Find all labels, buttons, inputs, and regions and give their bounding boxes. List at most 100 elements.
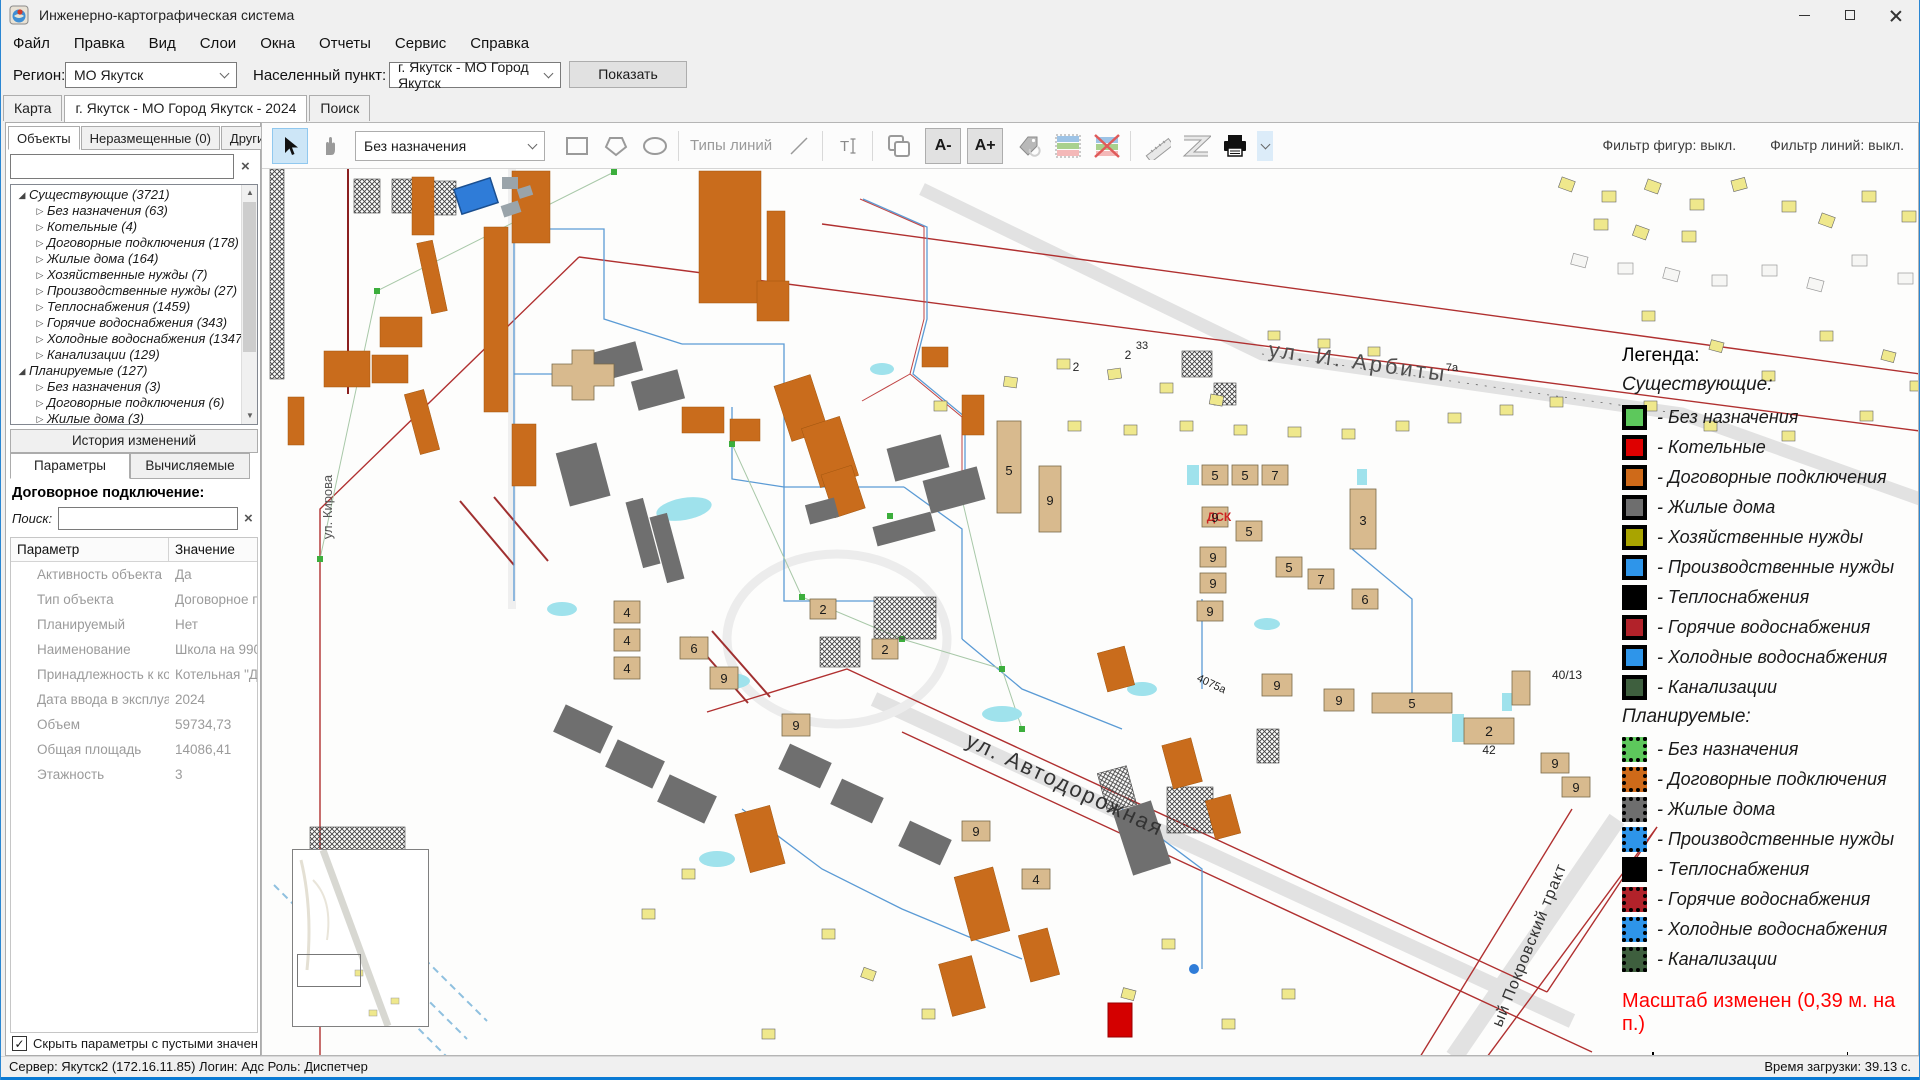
tree-expander-icon[interactable]: ▷ xyxy=(33,267,47,283)
tree-scrollbar[interactable]: ▲ ▼ xyxy=(241,185,257,424)
map-canvas[interactable]: ул. И. Арбитыул. Автодорожнаяый Покровск… xyxy=(262,169,1919,1056)
tab-search[interactable]: Поиск xyxy=(309,95,370,121)
menu-item[interactable]: Правка xyxy=(62,35,137,52)
scroll-down-icon[interactable]: ▼ xyxy=(242,408,258,424)
tree-expander-icon[interactable]: ▷ xyxy=(33,299,47,315)
tree-item[interactable]: ▷ Договорные подключения (178) xyxy=(11,235,239,251)
param-value: Да xyxy=(169,562,257,587)
menu-item[interactable]: Файл xyxy=(1,35,62,52)
scroll-thumb[interactable] xyxy=(243,202,256,352)
hide-empty-params-checkbox[interactable]: ✓ Скрыть параметры с пустыми значениями xyxy=(12,1036,258,1051)
table-row[interactable]: Дата ввода в эксплуат 2024 xyxy=(11,687,257,712)
tree-expander-icon[interactable]: ▷ xyxy=(33,235,47,251)
tree-item[interactable]: ▷ Теплоснабжения (1459) xyxy=(11,299,239,315)
draw-line-button[interactable] xyxy=(781,128,817,164)
tree-expander-icon[interactable]: ▷ xyxy=(33,315,47,331)
menu-item[interactable]: Справка xyxy=(458,35,541,52)
param-search-input[interactable] xyxy=(58,507,238,530)
font-increase-button[interactable]: A+ xyxy=(967,128,1003,164)
legend-label: - Жилые дома xyxy=(1657,799,1775,820)
tree-item[interactable]: ▷ Жилые дома (164) xyxy=(11,251,239,267)
table-row[interactable]: Активность объекта Да xyxy=(11,562,257,587)
tab-parameters[interactable]: Параметры xyxy=(10,453,130,479)
tree-expander-icon[interactable]: ▷ xyxy=(33,411,47,425)
minimize-button[interactable] xyxy=(1781,0,1827,30)
tree-item[interactable]: ▷ Котельные (4) xyxy=(11,219,239,235)
table-row[interactable]: Общая площадь 14086,41 xyxy=(11,737,257,762)
minimap[interactable] xyxy=(292,849,429,1027)
tree-expander-icon[interactable]: ▷ xyxy=(33,219,47,235)
region-select[interactable]: МО Якутск xyxy=(65,62,237,88)
tree-item[interactable]: ◢ Существующие (3721) xyxy=(11,187,239,203)
tree-item[interactable]: ◢ Планируемые (127) xyxy=(11,363,239,379)
legend-item: - Без назначения xyxy=(1622,402,1918,432)
measure-path-button[interactable] xyxy=(1178,128,1214,164)
tab-unplaced[interactable]: Неразмещенные (0) xyxy=(81,126,220,150)
tree-expander-icon[interactable]: ▷ xyxy=(33,379,47,395)
menu-item[interactable]: Окна xyxy=(248,35,307,52)
tree-expander-icon[interactable]: ▷ xyxy=(33,203,47,219)
menu-item[interactable]: Сервис xyxy=(383,35,458,52)
tree-item[interactable]: ▷ Жилые дома (3) xyxy=(11,411,239,425)
table-row[interactable]: Планируемый Нет xyxy=(11,612,257,637)
tree-item[interactable]: ▷ Без назначения (63) xyxy=(11,203,239,219)
minimap-viewport[interactable] xyxy=(297,954,361,987)
tree-expander-icon[interactable]: ▷ xyxy=(33,347,47,363)
tree-expander-icon[interactable]: ▷ xyxy=(33,395,47,411)
tree-expander-icon[interactable]: ▷ xyxy=(33,251,47,267)
toolbar-overflow-button[interactable] xyxy=(1257,131,1273,161)
table-row[interactable]: Принадлежность к ко Котельная "ДСК xyxy=(11,662,257,687)
measure-button[interactable] xyxy=(1139,128,1175,164)
tab-map[interactable]: Карта xyxy=(3,95,62,121)
objects-search-input[interactable] xyxy=(10,154,234,179)
layers-button[interactable] xyxy=(1050,128,1086,164)
tree-expander-icon[interactable]: ▷ xyxy=(33,283,47,299)
copy-shapes-button[interactable] xyxy=(881,128,917,164)
map-label: 4 xyxy=(623,661,630,676)
draw-rectangle-button[interactable] xyxy=(559,128,595,164)
menu-item[interactable]: Слои xyxy=(188,35,248,52)
refresh-labels-button[interactable] xyxy=(1011,128,1047,164)
layer-filter-select[interactable]: Без назначения xyxy=(355,131,545,161)
column-header-value[interactable]: Значение xyxy=(169,538,235,561)
clear-search-icon[interactable]: × xyxy=(241,158,250,175)
tree-expander-icon[interactable]: ▷ xyxy=(33,331,47,347)
draw-ellipse-button[interactable] xyxy=(637,128,673,164)
scroll-up-icon[interactable]: ▲ xyxy=(242,185,258,201)
close-button[interactable] xyxy=(1873,0,1919,30)
tree-item[interactable]: ▷ Без назначения (3) xyxy=(11,379,239,395)
font-decrease-button[interactable]: A- xyxy=(925,128,961,164)
checkbox-icon[interactable]: ✓ xyxy=(12,1036,27,1051)
tab-calculated[interactable]: Вычисляемые xyxy=(130,453,250,479)
tree-item[interactable]: ▷ Хозяйственные нужды (7) xyxy=(11,267,239,283)
app-icon xyxy=(9,5,29,25)
tab-yakutsk-2024[interactable]: г. Якутск - МО Город Якутск - 2024 xyxy=(64,95,307,122)
layers-off-button[interactable] xyxy=(1089,128,1125,164)
tree-item[interactable]: ▷ Горячие водоснабжения (343) xyxy=(11,315,239,331)
text-tool-button[interactable]: T xyxy=(831,128,867,164)
maximize-button[interactable] xyxy=(1827,0,1873,30)
print-button[interactable] xyxy=(1217,128,1253,164)
clear-param-search-icon[interactable]: × xyxy=(244,510,253,527)
menu-item[interactable]: Отчеты xyxy=(307,35,383,52)
table-row[interactable]: Наименование Школа на 990 м xyxy=(11,637,257,662)
tree-item[interactable]: ▷ Договорные подключения (6) xyxy=(11,395,239,411)
tree-expander-icon[interactable]: ◢ xyxy=(15,187,29,203)
tree-item[interactable]: ▷ Холодные водоснабжения (1347) xyxy=(11,331,239,347)
select-tool-button[interactable] xyxy=(272,128,308,164)
table-row[interactable]: Тип объекта Договорное под xyxy=(11,587,257,612)
show-button[interactable]: Показать xyxy=(569,61,687,88)
column-header-param[interactable]: Параметр xyxy=(11,538,169,561)
tab-objects[interactable]: Объекты xyxy=(8,126,80,150)
table-row[interactable]: Этажность 3 xyxy=(11,762,257,787)
tree-item[interactable]: ▷ Производственные нужды (27) xyxy=(11,283,239,299)
tab-history[interactable]: История изменений xyxy=(10,429,258,453)
selected-building[interactable] xyxy=(454,178,498,214)
tree-item[interactable]: ▷ Канализации (129) xyxy=(11,347,239,363)
settlement-select[interactable]: г. Якутск - МО Город Якутск xyxy=(389,62,561,88)
table-row[interactable]: Объем 59734,73 xyxy=(11,712,257,737)
pan-tool-button[interactable] xyxy=(311,128,347,164)
tree-expander-icon[interactable]: ◢ xyxy=(15,363,29,379)
draw-polygon-button[interactable] xyxy=(598,128,634,164)
menu-item[interactable]: Вид xyxy=(137,35,188,52)
